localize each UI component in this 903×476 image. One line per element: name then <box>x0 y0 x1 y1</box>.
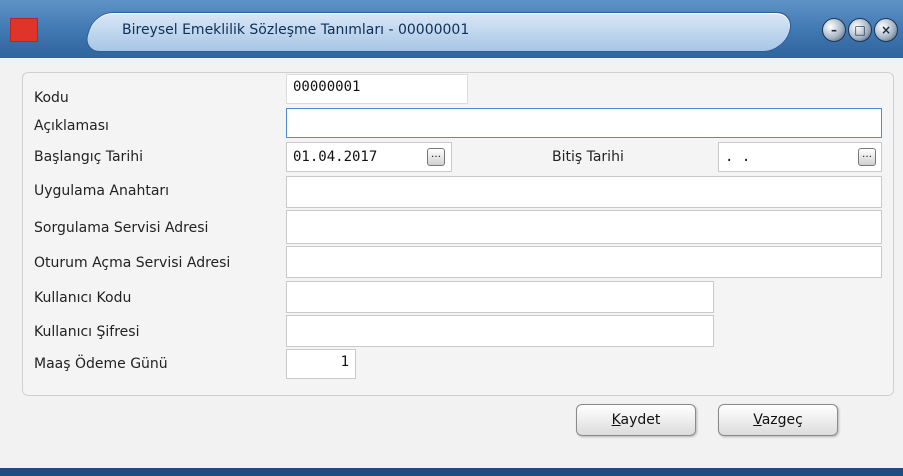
baslangic-lookup-button[interactable]: … <box>427 148 445 166</box>
app-icon[interactable] <box>10 18 38 42</box>
bitis-label: Bitiş Tarihi <box>552 149 624 165</box>
maas-gunu-field[interactable]: 1 <box>286 349 356 379</box>
save-button-mnemonic: K <box>611 412 621 428</box>
save-button-label: aydet <box>620 412 661 428</box>
kullanici-sifre-label: Kullanıcı Şifresi <box>34 324 140 340</box>
aciklama-label: Açıklaması <box>34 118 109 134</box>
cancel-button-mnemonic: V <box>753 412 762 428</box>
cancel-button[interactable]: Vazgeç <box>718 404 838 436</box>
window-title: Bireysel Emeklilik Sözleşme Tanımları - … <box>122 22 470 38</box>
oturum-field[interactable] <box>286 246 882 278</box>
maas-label: Maaş Ödeme Günü <box>34 356 168 372</box>
uygulama-field[interactable] <box>286 176 882 208</box>
maximize-icon[interactable]: □ <box>848 18 872 42</box>
close-icon[interactable]: × <box>874 18 898 42</box>
kullanici-kodu-field[interactable] <box>286 281 714 313</box>
kullanici-sifre-field[interactable] <box>286 315 714 347</box>
kullanici-kodu-label: Kullanıcı Kodu <box>34 290 132 306</box>
aciklama-field[interactable] <box>286 108 882 138</box>
save-button[interactable]: Kaydet <box>576 404 696 436</box>
minimize-icon[interactable]: – <box>822 18 846 42</box>
oturum-label: Oturum Açma Servisi Adresi <box>34 255 231 271</box>
uygulama-label: Uygulama Anahtarı <box>34 183 170 199</box>
bottom-edge <box>0 468 903 476</box>
title-bar[interactable]: Bireysel Emeklilik Sözleşme Tanımları - … <box>0 0 903 58</box>
kodu-field[interactable]: 00000001 <box>286 74 468 104</box>
cancel-button-label: azgeç <box>761 412 803 428</box>
bitis-lookup-button[interactable]: … <box>858 148 876 166</box>
sorgulama-field[interactable] <box>286 210 882 244</box>
kodu-label: Kodu <box>34 90 69 106</box>
baslangic-label: Başlangıç Tarihi <box>34 149 143 165</box>
sorgulama-label: Sorgulama Servisi Adresi <box>34 220 209 236</box>
